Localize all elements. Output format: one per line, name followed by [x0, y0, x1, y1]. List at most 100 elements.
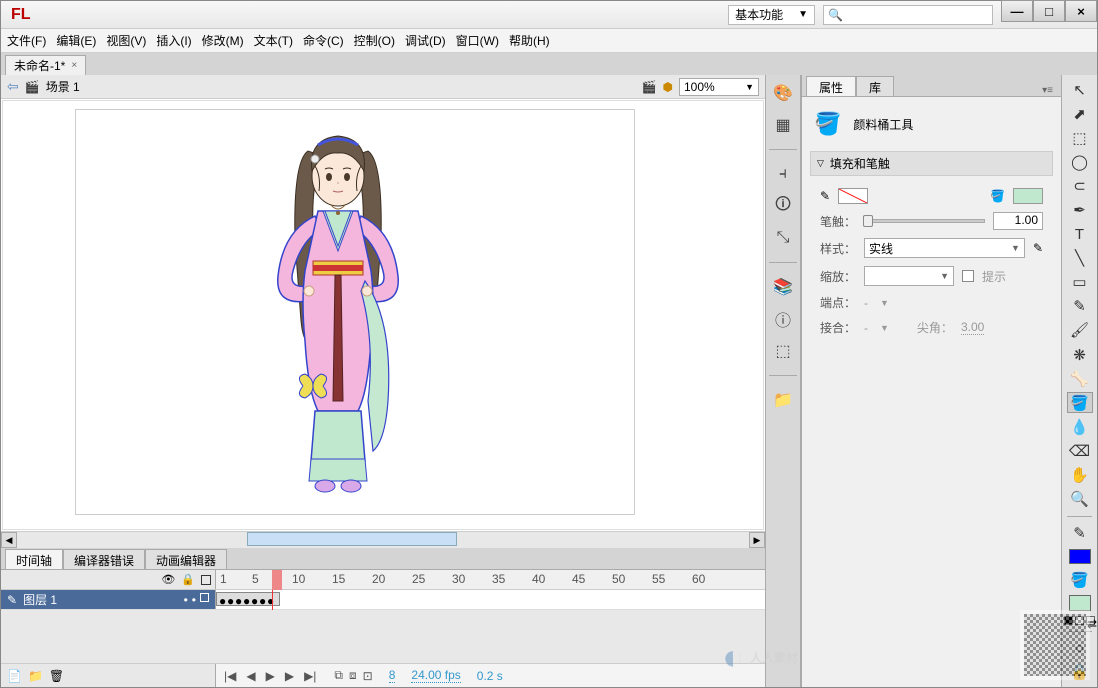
text-tool[interactable]: T [1067, 224, 1093, 245]
workspace-switcher[interactable]: 基本功能 ▼ [728, 5, 815, 25]
edit-symbol-icon[interactable]: ⬢ [663, 80, 673, 94]
search-field[interactable]: 🔍 [823, 5, 993, 25]
scroll-track[interactable] [17, 532, 749, 548]
tab-library[interactable]: 库 [856, 76, 894, 96]
project-panel-icon[interactable]: 📁 [771, 388, 795, 412]
scene-name[interactable]: 场景 1 [46, 78, 80, 95]
fill-color-box[interactable] [1069, 595, 1091, 610]
menu-file[interactable]: 文件(F) [7, 32, 46, 49]
stroke-slider[interactable] [864, 219, 985, 223]
bw-swap-icon[interactable] [1064, 616, 1073, 625]
prev-frame-icon[interactable]: ◀ [244, 669, 257, 683]
onion-skin-icon[interactable]: ⧉ [334, 668, 343, 683]
swap-colors-icon[interactable]: ⇄ [1086, 616, 1095, 625]
slider-thumb[interactable] [863, 215, 873, 227]
swatches-panel-icon[interactable]: ▦ [771, 113, 795, 137]
tab-timeline[interactable]: 时间轴 [5, 549, 63, 569]
menu-view[interactable]: 视图(V) [106, 32, 146, 49]
minimize-button[interactable]: — [1001, 0, 1033, 22]
free-transform-tool[interactable]: ⬚ [1067, 127, 1093, 148]
edit-scene-icon[interactable]: 🎬 [642, 80, 657, 94]
character-drawing[interactable] [253, 121, 423, 501]
library-panel-icon[interactable]: 📚 [771, 275, 795, 299]
tab-compiler-errors[interactable]: 编译器错误 [63, 549, 145, 569]
info-panel-icon[interactable]: 🛈 [771, 194, 795, 218]
outline-icon[interactable] [201, 575, 211, 585]
menu-edit[interactable]: 编辑(E) [56, 32, 96, 49]
zoom-dropdown[interactable]: 100% ▼ [679, 78, 759, 96]
chevron-down-icon[interactable]: ▼ [880, 298, 889, 308]
tab-motion-editor[interactable]: 动画编辑器 [145, 549, 227, 569]
menu-debug[interactable]: 调试(D) [405, 32, 446, 49]
layer-outline-box[interactable] [200, 593, 209, 602]
scroll-left-icon[interactable]: ◀ [1, 532, 17, 548]
lock-icon[interactable]: 🔒 [181, 573, 195, 586]
delete-layer-icon[interactable]: 🗑 [49, 669, 64, 683]
scale-dropdown[interactable]: ▼ [864, 266, 954, 286]
brush-tool[interactable]: 🖌 [1067, 320, 1093, 341]
close-button[interactable]: × [1065, 0, 1097, 22]
miter-value[interactable]: 3.00 [961, 320, 984, 335]
last-frame-icon[interactable]: ▶| [302, 669, 318, 683]
new-layer-icon[interactable]: 📄 [7, 669, 22, 683]
properties-panel-icon[interactable]: ⓘ [771, 307, 795, 331]
no-color-icon[interactable] [1075, 616, 1084, 625]
paint-bucket-tool[interactable]: 🪣 [1067, 392, 1093, 413]
bone-tool[interactable]: 🦴 [1067, 368, 1093, 389]
close-icon[interactable]: × [71, 60, 77, 71]
menu-window[interactable]: 窗口(W) [456, 32, 499, 49]
scroll-right-icon[interactable]: ▶ [749, 532, 765, 548]
maximize-button[interactable]: □ [1033, 0, 1065, 22]
fill-color-swatch[interactable] [1013, 188, 1043, 204]
pen-tool[interactable]: ✒ [1067, 199, 1093, 220]
eraser-tool[interactable]: ⌫ [1067, 440, 1093, 461]
timeline-ruler[interactable]: 1 5 10 15 20 25 30 35 40 45 50 55 [216, 570, 765, 589]
transform-panel-icon[interactable]: ⤡ [771, 226, 795, 250]
lock-fill-option[interactable]: 🔒 [1067, 662, 1093, 683]
menu-commands[interactable]: 命令(C) [303, 32, 344, 49]
edit-multiple-icon[interactable]: ⊡ [363, 669, 373, 683]
deco-tool[interactable]: ❋ [1067, 344, 1093, 365]
current-frame[interactable]: 8 [389, 668, 396, 683]
style-dropdown[interactable]: 实线 ▼ [864, 238, 1025, 258]
menu-modify[interactable]: 修改(M) [202, 32, 244, 49]
layer-lock-dot[interactable]: • [192, 593, 196, 607]
stroke-color-box[interactable] [1069, 549, 1091, 564]
rectangle-tool[interactable]: ▭ [1067, 272, 1093, 293]
horizontal-scrollbar[interactable]: ◀ ▶ [1, 531, 765, 547]
align-panel-icon[interactable]: ⫞ [771, 162, 795, 186]
subselection-tool[interactable]: ⬈ [1067, 103, 1093, 124]
color-panel-icon[interactable]: 🎨 [771, 81, 795, 105]
line-tool[interactable]: ╲ [1067, 248, 1093, 269]
playhead[interactable] [272, 570, 282, 590]
stage-canvas[interactable] [2, 100, 764, 530]
hinting-checkbox[interactable] [962, 270, 974, 282]
pencil-tool[interactable]: ✎ [1067, 296, 1093, 317]
selection-tool[interactable]: ↖ [1067, 79, 1093, 100]
eyedropper-tool[interactable]: 💧 [1067, 416, 1093, 437]
back-arrow-icon[interactable]: ⇦ [7, 78, 19, 95]
frame-track[interactable]: ● ● ● ● ● ● ● [216, 590, 765, 609]
keyframe-span[interactable]: ● ● ● ● ● ● ● [216, 592, 280, 606]
3d-rotation-tool[interactable]: ◯ [1067, 151, 1093, 172]
next-frame-icon[interactable]: ▶ [283, 669, 296, 683]
free-transform-panel-icon[interactable]: ⬚ [771, 339, 795, 363]
scroll-thumb[interactable] [247, 532, 457, 546]
section-fill-stroke[interactable]: ▽ 填充和笔触 [810, 151, 1053, 176]
document-tab[interactable]: 未命名-1* × [5, 55, 86, 75]
stroke-color-swatch[interactable] [838, 188, 868, 204]
gap-size-option[interactable]: ○ [1067, 638, 1093, 659]
edit-style-icon[interactable]: ✎ [1033, 241, 1043, 255]
menu-text[interactable]: 文本(T) [254, 32, 293, 49]
menu-insert[interactable]: 插入(I) [156, 32, 191, 49]
new-folder-icon[interactable]: 📁 [28, 669, 43, 683]
stroke-value-input[interactable]: 1.00 [993, 212, 1043, 230]
onion-outline-icon[interactable]: ⧈ [349, 668, 357, 683]
visibility-icon[interactable]: 👁 [161, 573, 175, 586]
chevron-down-icon[interactable]: ▼ [880, 323, 889, 333]
play-icon[interactable]: ▶ [264, 669, 277, 683]
tab-properties[interactable]: 属性 [806, 76, 856, 96]
first-frame-icon[interactable]: |◀ [222, 669, 238, 683]
zoom-tool[interactable]: 🔍 [1067, 489, 1093, 510]
panel-menu-icon[interactable]: ▾≡ [1042, 85, 1057, 96]
